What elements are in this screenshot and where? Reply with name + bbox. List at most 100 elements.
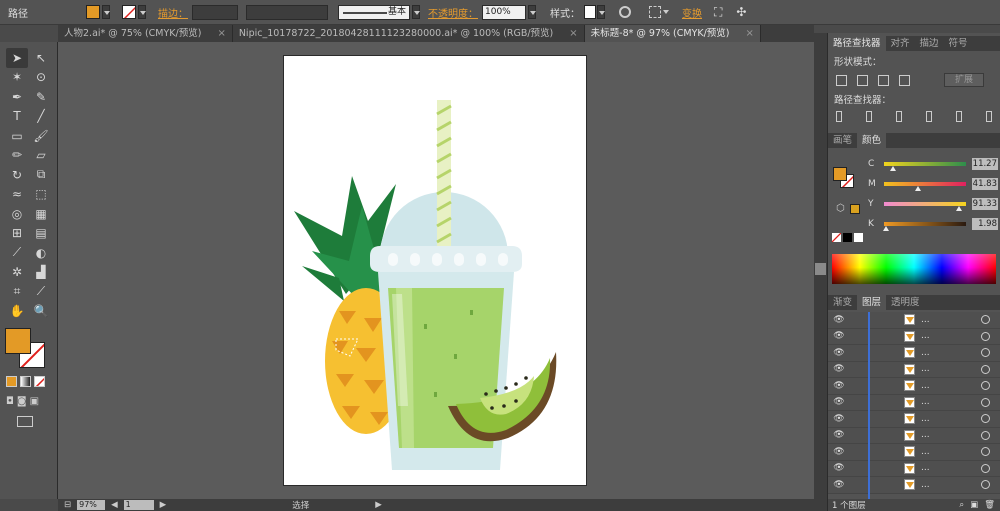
zoom-tool-icon[interactable]: 🔍: [30, 302, 52, 322]
minus-back-icon[interactable]: [986, 111, 992, 122]
target-circle-icon[interactable]: [981, 430, 990, 440]
fill-stroke-widget[interactable]: [5, 328, 49, 370]
close-icon[interactable]: ×: [217, 25, 225, 42]
stroke-profile-select[interactable]: 基本: [338, 4, 410, 20]
magic-wand-tool-icon[interactable]: ✶: [6, 68, 28, 88]
channel-value-input[interactable]: 1.98: [972, 218, 998, 230]
target-circle-icon[interactable]: [981, 381, 990, 391]
rotate-tool-icon[interactable]: ↻: [6, 165, 28, 185]
tab-brushes[interactable]: 画笔: [828, 133, 857, 148]
artboard-number-input[interactable]: 1: [123, 500, 154, 510]
layer-name[interactable]: ...: [921, 414, 930, 424]
target-circle-icon[interactable]: [981, 364, 990, 374]
status-arrow-icon[interactable]: ▶: [375, 500, 382, 510]
color-spectrum[interactable]: [832, 254, 996, 284]
artboard-tool-icon[interactable]: ⌗: [6, 282, 28, 302]
zoom-input[interactable]: 97%: [77, 500, 106, 510]
layer-name[interactable]: ...: [921, 480, 930, 490]
target-circle-icon[interactable]: [981, 414, 990, 424]
layer-row[interactable]: 👁...: [828, 361, 1000, 378]
draw-normal-icon[interactable]: ◘: [6, 396, 14, 407]
eraser-tool-icon[interactable]: ▱: [30, 146, 52, 166]
next-artboard-icon[interactable]: ▶: [160, 500, 167, 510]
target-circle-icon[interactable]: [981, 315, 990, 325]
visibility-eye-icon[interactable]: 👁: [832, 381, 846, 391]
stroke-weight-input[interactable]: [192, 4, 238, 20]
pen-tool-icon[interactable]: ✒: [6, 87, 28, 107]
layer-name[interactable]: ...: [921, 430, 930, 440]
layer-row[interactable]: 👁...: [828, 460, 1000, 477]
layer-name[interactable]: ...: [921, 348, 930, 358]
layer-row[interactable]: 👁...: [828, 394, 1000, 411]
channel-slider-track[interactable]: [884, 162, 966, 171]
layer-name[interactable]: ...: [921, 364, 930, 374]
merge-icon[interactable]: [896, 111, 902, 122]
opacity-label[interactable]: 不透明度：: [428, 5, 478, 20]
rectangle-tool-icon[interactable]: ▭: [6, 126, 28, 146]
smoothie-illustration[interactable]: [284, 56, 588, 487]
visibility-eye-icon[interactable]: 👁: [832, 315, 846, 325]
stroke-dropdown[interactable]: [138, 5, 146, 19]
scale-tool-icon[interactable]: ⧉: [30, 165, 52, 185]
eyedropper-tool-icon[interactable]: ⟋: [6, 243, 28, 263]
tab-layers[interactable]: 图层: [857, 295, 887, 310]
black-color-icon[interactable]: [843, 233, 852, 242]
expand-button[interactable]: 扩展: [944, 73, 984, 87]
width-tool-icon[interactable]: ≈: [6, 185, 28, 205]
intersect-icon[interactable]: [878, 74, 889, 86]
target-circle-icon[interactable]: [981, 447, 990, 457]
fill-dropdown[interactable]: [102, 5, 110, 19]
layer-name[interactable]: ...: [921, 447, 930, 457]
layer-row[interactable]: 👁...: [828, 477, 1000, 494]
lasso-tool-icon[interactable]: ⊙: [30, 68, 52, 88]
opacity-input[interactable]: 100%: [482, 4, 526, 20]
gradient-tool-icon[interactable]: ▤: [30, 224, 52, 244]
hand-tool-icon[interactable]: ✋: [6, 302, 28, 322]
none-mode-icon[interactable]: [34, 376, 45, 387]
tab-pathfinder[interactable]: 路径查找器: [828, 36, 886, 51]
layer-row[interactable]: 👁...: [828, 444, 1000, 461]
target-circle-icon[interactable]: [981, 397, 990, 407]
prev-artboard-icon[interactable]: ◀: [111, 500, 118, 510]
tab-color[interactable]: 颜色: [857, 133, 887, 148]
color-fill-swatch[interactable]: [833, 167, 847, 181]
slider-thumb[interactable]: [890, 166, 897, 171]
layer-row[interactable]: 👁...: [828, 312, 1000, 329]
visibility-eye-icon[interactable]: 👁: [832, 480, 846, 490]
target-circle-icon[interactable]: [981, 463, 990, 473]
visibility-eye-icon[interactable]: 👁: [832, 397, 846, 407]
visibility-eye-icon[interactable]: 👁: [832, 463, 846, 473]
visibility-eye-icon[interactable]: 👁: [832, 430, 846, 440]
slider-k[interactable]: K 1.98: [828, 214, 1000, 234]
trim-icon[interactable]: [866, 111, 872, 122]
visibility-eye-icon[interactable]: 👁: [832, 364, 846, 374]
canvas-area[interactable]: [58, 42, 814, 499]
tab-document-2[interactable]: Nipic_10178722_20180428111123280000.ai* …: [233, 25, 585, 42]
white-color-icon[interactable]: [854, 233, 863, 242]
shape-builder-tool-icon[interactable]: ◎: [6, 204, 28, 224]
channel-slider-track[interactable]: [882, 222, 966, 231]
close-icon[interactable]: ×: [569, 25, 577, 42]
new-layer-icon[interactable]: ▣: [970, 500, 978, 510]
align-icon[interactable]: [649, 6, 661, 18]
direct-selection-tool-icon[interactable]: ↖: [30, 48, 52, 68]
exclude-icon[interactable]: [899, 74, 910, 86]
channel-slider-track[interactable]: [884, 202, 966, 211]
align-dropdown[interactable]: [662, 5, 670, 19]
free-transform-tool-icon[interactable]: ⬚: [30, 185, 52, 205]
tab-document-3[interactable]: 未标题-8* @ 97% (CMYK/预览) ×: [584, 25, 761, 42]
slider-thumb[interactable]: [915, 186, 922, 191]
variable-width-select[interactable]: [246, 4, 328, 20]
slider-y[interactable]: Y 91.33: [828, 194, 1000, 214]
channel-value-input[interactable]: 91.33: [972, 198, 998, 210]
vertical-scrollbar[interactable]: [814, 33, 827, 511]
layer-row[interactable]: 👁...: [828, 411, 1000, 428]
scroll-thumb[interactable]: [815, 263, 826, 275]
fill-color-swatch[interactable]: [5, 328, 31, 354]
slider-m[interactable]: M 41.83: [828, 174, 1000, 194]
tab-stroke[interactable]: 描边: [915, 36, 944, 51]
selection-tool-icon[interactable]: ➤: [6, 48, 28, 68]
channel-value-input[interactable]: 41.83: [972, 178, 998, 190]
recolor-icon[interactable]: [619, 6, 631, 18]
stroke-swatch[interactable]: [122, 5, 136, 19]
